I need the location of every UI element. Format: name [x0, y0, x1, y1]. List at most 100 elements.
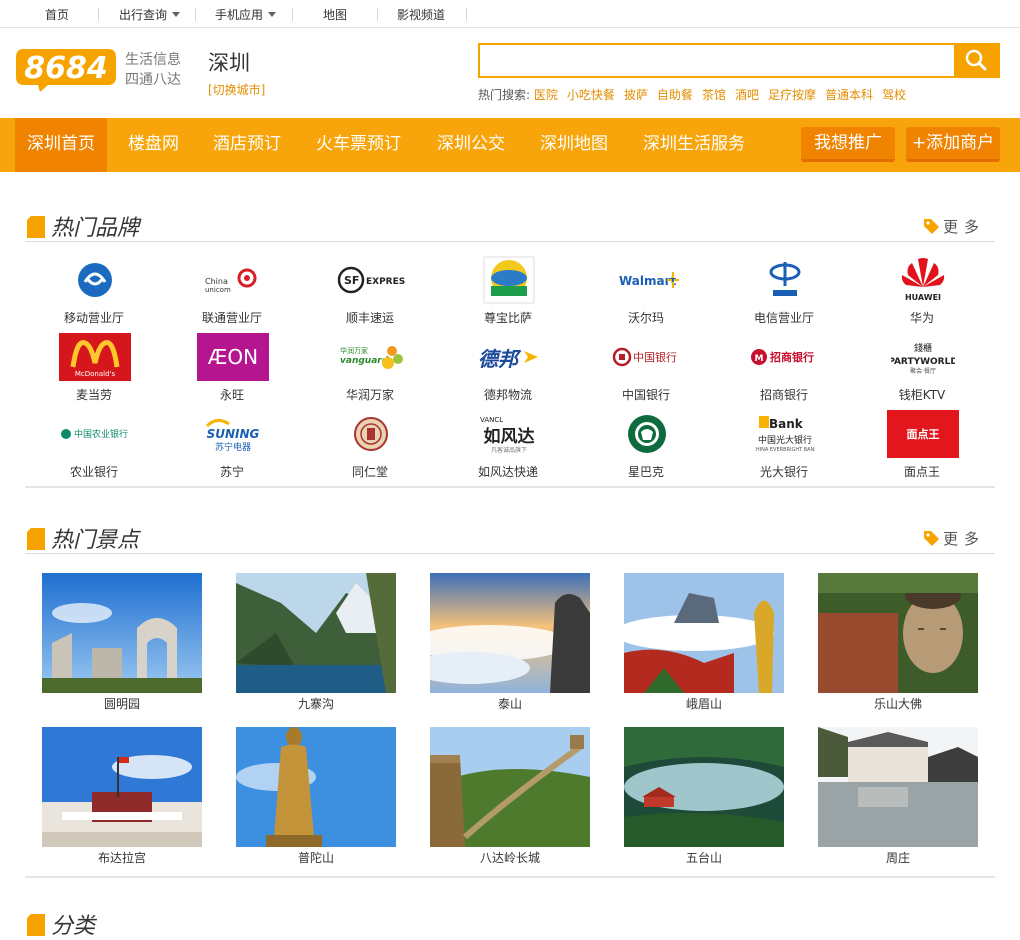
- wutaishan-photo: [624, 727, 784, 847]
- nav-item-bus[interactable]: 深圳公交: [437, 118, 505, 172]
- partyworld-logo: 錢櫃 PARTYWORLD 聚会·餐厅: [887, 333, 959, 381]
- brand-item[interactable]: 中国银行 中国银行: [577, 333, 715, 410]
- scenic-item[interactable]: 圆明园: [42, 573, 202, 713]
- hot-keyword-link[interactable]: 足疗按摩: [768, 88, 816, 102]
- brand-name: 麦当劳: [75, 388, 112, 402]
- china-unicom-logo: China unicom: [197, 256, 269, 304]
- hot-keyword-link[interactable]: 医院: [534, 88, 558, 102]
- nav-item-life-service[interactable]: 深圳生活服务: [643, 118, 745, 172]
- brand-name: 永旺: [219, 388, 244, 402]
- topbar-home-link[interactable]: 首页: [45, 6, 69, 23]
- brand-item[interactable]: 同仁堂: [301, 410, 439, 487]
- suning-logo: SUNING 苏宁电器: [197, 410, 269, 458]
- switch-city-link[interactable]: [切换城市]: [208, 81, 265, 98]
- hot-keyword-link[interactable]: 驾校: [882, 88, 906, 102]
- zhouzhuang-photo: [818, 727, 978, 847]
- hot-keyword-link[interactable]: 自助餐: [657, 88, 693, 102]
- brand-item[interactable]: 电信营业厅: [715, 256, 853, 333]
- brand-name: 电信营业厅: [753, 311, 814, 325]
- emeishan-photo: [624, 573, 784, 693]
- scenic-item[interactable]: 乐山大佛: [818, 573, 978, 713]
- china-telecom-logo: [749, 256, 821, 304]
- brand-item[interactable]: McDonald's 麦当劳: [25, 333, 163, 410]
- search-box: [478, 43, 1000, 78]
- topbar-travel-label: 出行查询: [119, 8, 168, 22]
- scenic-item[interactable]: 五台山: [624, 727, 784, 867]
- add-merchant-button[interactable]: +添加商户: [906, 127, 1000, 162]
- brand-name: 苏宁: [219, 465, 244, 479]
- brand-item[interactable]: SF EXPRESS 顺丰速运: [301, 256, 439, 333]
- sf-express-logo: SF EXPRESS: [335, 256, 407, 304]
- brand-item[interactable]: 华润万家 vanguard 华润万家: [301, 333, 439, 410]
- search-input[interactable]: [480, 45, 954, 76]
- svg-text:苏宁电器: 苏宁电器: [215, 441, 251, 453]
- category-section-header: 分类: [25, 904, 995, 940]
- brand-name: 尊宝比萨: [483, 311, 532, 325]
- brand-item[interactable]: Walmart 沃尔玛: [577, 256, 715, 333]
- brand-item[interactable]: 移动营业厅: [25, 256, 163, 333]
- topbar-map-link[interactable]: 地图: [323, 6, 347, 23]
- potala-palace-photo: [42, 727, 202, 847]
- brand-item[interactable]: 德邦 德邦物流: [439, 333, 577, 410]
- hot-keyword-link[interactable]: 普通本科: [825, 88, 873, 102]
- topbar-video-link[interactable]: 影视频道: [397, 6, 445, 23]
- svg-text:招商银行: 招商银行: [770, 350, 814, 364]
- brand-item[interactable]: HUAWEI 华为: [853, 256, 991, 333]
- slogan-line: 四通八达: [125, 72, 181, 88]
- brand-item[interactable]: 錢櫃 PARTYWORLD 聚会·餐厅 钱柜KTV: [853, 333, 991, 410]
- scenic-item[interactable]: 八达岭长城: [430, 727, 590, 867]
- hot-keyword-link[interactable]: 酒吧: [735, 88, 759, 102]
- scenic-name: 乐山大佛: [873, 697, 922, 711]
- brand-item[interactable]: 星巴克: [577, 410, 715, 487]
- scenic-item[interactable]: 普陀山: [236, 727, 396, 867]
- nav-item-map[interactable]: 深圳地图: [540, 118, 608, 172]
- brand-item[interactable]: VANCL 如风达 凡客诚品旗下 如风达快递: [439, 410, 577, 487]
- brand-name: 同仁堂: [351, 465, 388, 479]
- topbar-mobile-dropdown[interactable]: 手机应用: [215, 6, 277, 23]
- brand-item[interactable]: M 招商银行 招商银行: [715, 333, 853, 410]
- scenic-name: 峨眉山: [685, 697, 722, 711]
- svg-text:China: China: [205, 277, 228, 286]
- promote-button[interactable]: 我想推广: [801, 127, 895, 162]
- hot-keyword-link[interactable]: 披萨: [624, 88, 648, 102]
- divider: [466, 8, 467, 21]
- brand-item[interactable]: SUNING 苏宁电器 苏宁: [163, 410, 301, 487]
- site-logo[interactable]: 8684: [14, 47, 118, 92]
- brands-section-header: 热门品牌 更多: [25, 206, 995, 242]
- search-button[interactable]: [954, 43, 1000, 78]
- main-nav: 深圳首页 楼盘网 酒店预订 火车票预订 深圳公交 深圳地图 深圳生活服务 我想推…: [0, 118, 1020, 172]
- nav-item-home[interactable]: 深圳首页: [15, 118, 107, 172]
- aeon-logo: ÆON: [197, 333, 269, 381]
- scenic-item[interactable]: 周庄: [818, 727, 978, 867]
- brand-name: 顺丰速运: [345, 311, 394, 325]
- brand-item[interactable]: Bank 中国光大银行 CHINA EVERBRIGHT BANK 光大银行: [715, 410, 853, 487]
- abc-bank-logo: 中国农业银行: [59, 410, 131, 458]
- nav-item-train[interactable]: 火车票预订: [316, 118, 401, 172]
- svg-text:面点王: 面点王: [907, 427, 940, 441]
- starbucks-logo: [611, 410, 683, 458]
- brand-item[interactable]: ÆON 永旺: [163, 333, 301, 410]
- svg-text:錢櫃: 錢櫃: [914, 342, 932, 354]
- scenic-item[interactable]: 九寨沟: [236, 573, 396, 713]
- scenic-item[interactable]: 泰山: [430, 573, 590, 713]
- hot-keyword-link[interactable]: 小吃快餐: [567, 88, 615, 102]
- nav-item-property[interactable]: 楼盘网: [128, 118, 179, 172]
- brand-item[interactable]: 尊宝比萨: [439, 256, 577, 333]
- brand-item[interactable]: China unicom 联通营业厅: [163, 256, 301, 333]
- topbar-travel-dropdown[interactable]: 出行查询: [119, 6, 181, 23]
- section-title: 分类: [51, 914, 96, 939]
- scenic-item[interactable]: 布达拉宫: [42, 727, 202, 867]
- brand-name: 如风达快递: [477, 465, 538, 479]
- divider: [377, 8, 378, 21]
- brand-item[interactable]: 面点王 面点王: [853, 410, 991, 487]
- scenic-item[interactable]: 峨眉山: [624, 573, 784, 713]
- hot-keyword-link[interactable]: 茶馆: [702, 88, 726, 102]
- brand-item[interactable]: 中国农业银行 农业银行: [25, 410, 163, 487]
- scenic-name: 五台山: [685, 851, 722, 865]
- more-link[interactable]: 更多: [923, 216, 985, 237]
- brand-name: 中国银行: [621, 388, 670, 402]
- svg-text:EXPRESS: EXPRESS: [366, 277, 405, 287]
- more-link[interactable]: 更多: [923, 528, 985, 549]
- nav-item-hotel[interactable]: 酒店预订: [213, 118, 281, 172]
- great-wall-photo: [430, 727, 590, 847]
